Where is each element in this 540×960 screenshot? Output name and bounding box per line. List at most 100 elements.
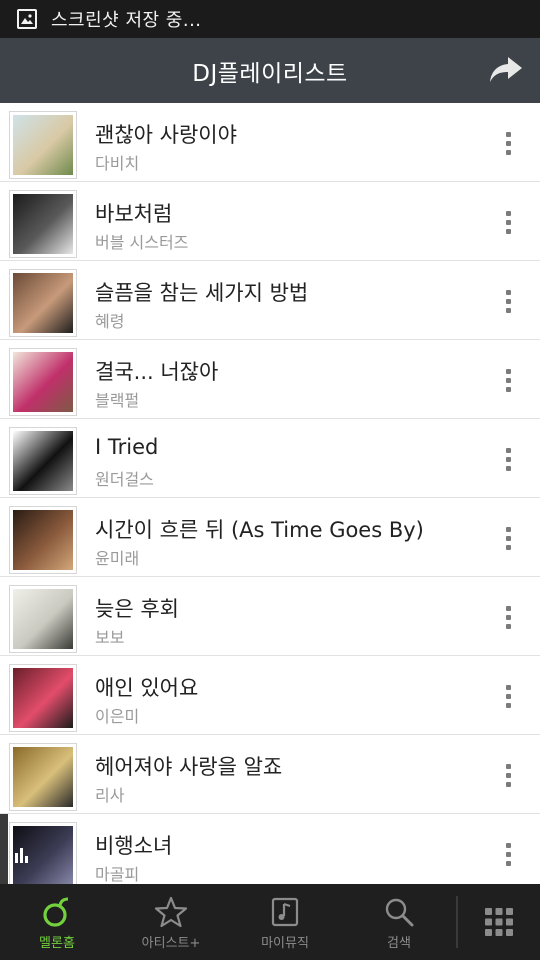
song-artist: 버블 시스터즈 — [95, 233, 189, 252]
song-title: 바보처럼 — [95, 202, 173, 226]
tab-label: 검색 — [387, 936, 411, 951]
song-title: 결국... 너잖아 — [95, 360, 219, 384]
song-row[interactable]: 시간이 흐른 뒤 (As Time Goes By) 윤미래 — [0, 498, 540, 577]
more-options-button[interactable] — [496, 126, 520, 160]
search-icon — [385, 898, 414, 927]
song-title: I Tried — [95, 435, 159, 459]
more-dot-icon — [505, 772, 511, 778]
song-row[interactable]: 결국... 너잖아블랙펄 — [0, 340, 540, 419]
more-dot-icon — [505, 228, 511, 234]
more-options-button[interactable] — [496, 837, 520, 871]
tab-label: 마이뮤직 — [261, 936, 309, 951]
tab-my-music[interactable]: 마이뮤직 — [228, 884, 342, 960]
more-dot-icon — [505, 781, 511, 787]
tab-melon-home[interactable]: 멜론홈 — [0, 884, 114, 960]
star-icon — [154, 896, 188, 928]
more-options-button[interactable] — [496, 521, 520, 555]
more-dot-icon — [505, 684, 511, 690]
song-row[interactable]: 비행소녀마골피 — [0, 814, 540, 884]
song-artist: 이은미 — [95, 707, 140, 726]
more-options-button[interactable] — [496, 758, 520, 792]
more-dot-icon — [505, 219, 511, 225]
more-dot-icon — [505, 535, 511, 541]
more-dot-icon — [505, 140, 511, 146]
album-art[interactable] — [9, 743, 77, 811]
song-row[interactable]: 헤어져야 사랑을 알죠리사 — [0, 735, 540, 814]
album-art[interactable] — [9, 111, 77, 179]
more-dot-icon — [505, 614, 511, 620]
more-dot-icon — [505, 307, 511, 313]
more-dot-icon — [505, 298, 511, 304]
song-artist: 다비치 — [95, 154, 140, 173]
song-artist: 혜령 — [95, 312, 125, 331]
song-row[interactable]: 애인 있어요이은미 — [0, 656, 540, 735]
song-title: 시간이 흐른 뒤 (As Time Goes By) — [95, 518, 424, 542]
album-art[interactable] — [9, 190, 77, 258]
menu-grid-button[interactable] — [458, 884, 540, 960]
song-title: 늦은 후회 — [95, 597, 179, 621]
more-options-button[interactable] — [496, 600, 520, 634]
song-title: 괜찮아 사랑이야 — [95, 123, 237, 147]
more-dot-icon — [505, 842, 511, 848]
song-artist: 마골피 — [95, 865, 140, 884]
melon-home-icon — [43, 897, 69, 927]
more-dot-icon — [505, 623, 511, 629]
album-art[interactable] — [9, 348, 77, 416]
more-dot-icon — [505, 386, 511, 392]
grid-menu-icon — [485, 908, 513, 936]
album-art[interactable] — [9, 822, 77, 884]
more-dot-icon — [505, 377, 511, 383]
song-title: 슬픔을 참는 세가지 방법 — [95, 281, 309, 305]
more-dot-icon — [505, 851, 511, 857]
more-dot-icon — [505, 702, 511, 708]
more-dot-icon — [505, 149, 511, 155]
album-art[interactable] — [9, 269, 77, 337]
song-row[interactable]: 괜찮아 사랑이야다비치 — [0, 103, 540, 182]
more-dot-icon — [505, 763, 511, 769]
album-art[interactable] — [9, 427, 77, 495]
song-title: 비행소녀 — [95, 834, 173, 858]
song-artist: 원더걸스 — [95, 470, 154, 489]
more-dot-icon — [505, 447, 511, 453]
more-dot-icon — [505, 544, 511, 550]
more-dot-icon — [505, 860, 511, 866]
status-text: 스크린샷 저장 중... — [51, 10, 202, 31]
song-row[interactable]: I Tried 원더걸스 — [0, 419, 540, 498]
tab-label: 멜론홈 — [39, 936, 75, 951]
more-options-button[interactable] — [496, 363, 520, 397]
song-row[interactable]: 슬픔을 참는 세가지 방법혜령 — [0, 261, 540, 340]
more-dot-icon — [505, 368, 511, 374]
tab-label: 아티스트+ — [141, 936, 201, 951]
app-header: DJ플레이리스트 — [0, 38, 540, 103]
more-dot-icon — [505, 131, 511, 137]
playlist: 괜찮아 사랑이야다비치바보처럼버블 시스터즈슬픔을 참는 세가지 방법혜령결국.… — [0, 103, 540, 884]
now-playing-indicator — [0, 814, 8, 884]
song-row[interactable]: 바보처럼버블 시스터즈 — [0, 182, 540, 261]
more-options-button[interactable] — [496, 284, 520, 318]
tab-search[interactable]: 검색 — [342, 884, 456, 960]
more-dot-icon — [505, 605, 511, 611]
more-options-button[interactable] — [496, 679, 520, 713]
more-dot-icon — [505, 456, 511, 462]
share-arrow-icon — [490, 57, 522, 82]
album-art[interactable] — [9, 664, 77, 732]
more-dot-icon — [505, 289, 511, 295]
page-title: DJ플레이리스트 — [192, 60, 348, 87]
song-artist: 리사 — [95, 786, 125, 805]
tab-artist-plus[interactable]: 아티스트+ — [114, 884, 228, 960]
music-note-icon — [271, 897, 299, 927]
equalizer-icon — [15, 848, 28, 863]
song-artist: 블랙펄 — [95, 391, 140, 410]
album-art[interactable] — [9, 585, 77, 653]
status-bar: 스크린샷 저장 중... — [0, 0, 540, 38]
song-title: 애인 있어요 — [95, 676, 199, 700]
song-title: 헤어져야 사랑을 알죠 — [95, 755, 283, 779]
more-dot-icon — [505, 210, 511, 216]
share-button[interactable] — [486, 52, 526, 88]
more-dot-icon — [505, 693, 511, 699]
album-art[interactable] — [9, 506, 77, 574]
more-options-button[interactable] — [496, 442, 520, 476]
more-options-button[interactable] — [496, 205, 520, 239]
image-icon — [17, 9, 37, 29]
song-row[interactable]: 늦은 후회 보보 — [0, 577, 540, 656]
